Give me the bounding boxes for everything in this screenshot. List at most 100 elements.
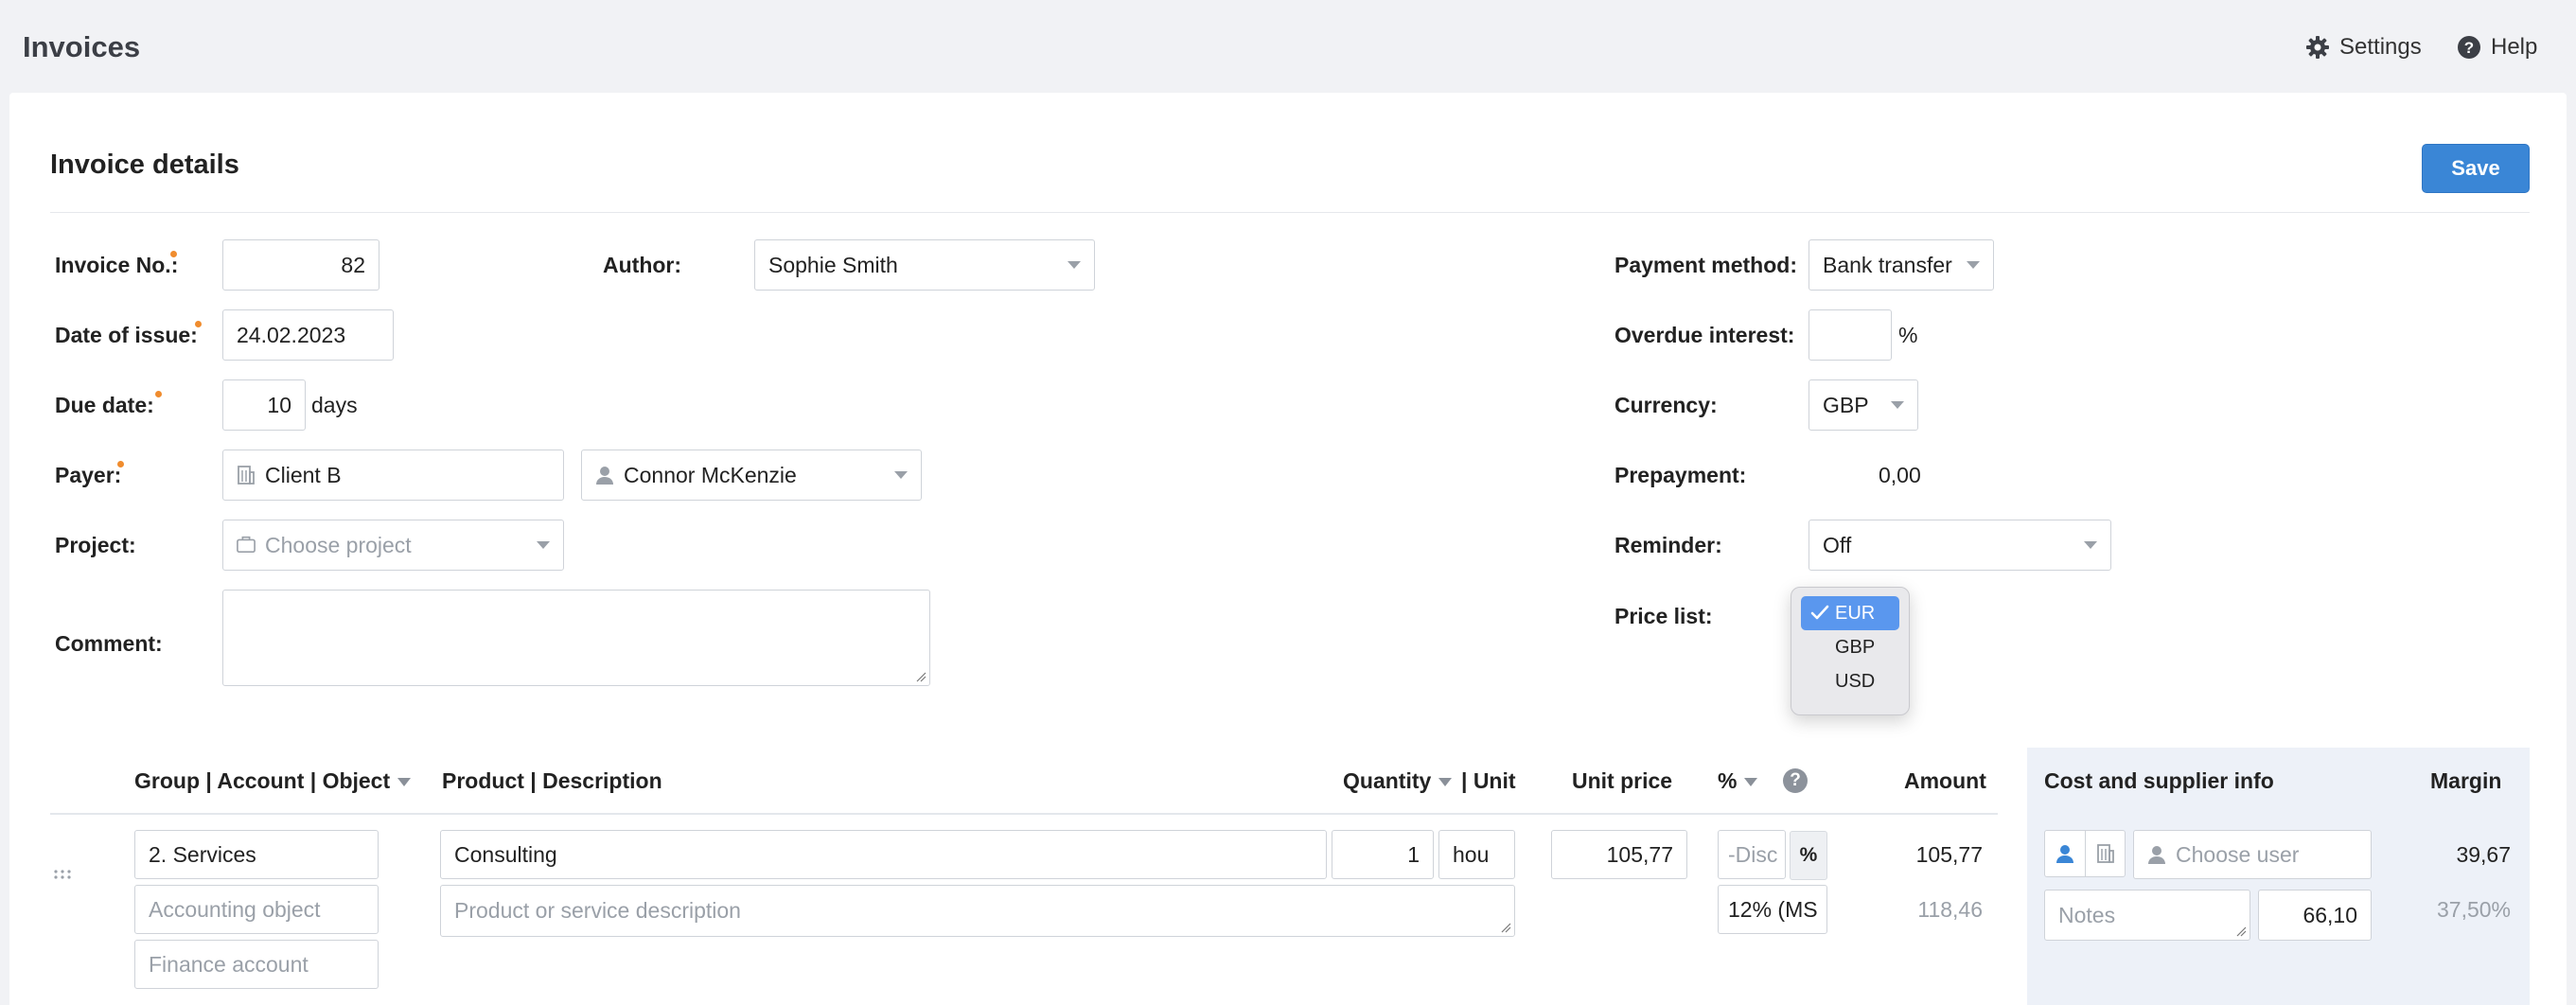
project-select[interactable]: Choose project [222, 520, 564, 571]
chevron-down-icon [1067, 261, 1081, 269]
payer-label: Payer: [55, 463, 122, 487]
resize-grip-icon[interactable] [1500, 922, 1511, 933]
finance-account-input[interactable]: Finance account [134, 940, 379, 989]
chevron-down-icon [2084, 541, 2097, 549]
settings-label: Settings [2339, 34, 2422, 60]
user-icon [2056, 845, 2073, 863]
user-type-button[interactable] [2045, 831, 2085, 876]
col-quantity-label: Quantity [1343, 768, 1432, 793]
app-title: Invoices [23, 30, 141, 63]
question-circle-icon: ? [2457, 35, 2481, 60]
option-label: USD [1835, 670, 1876, 692]
due-date-unit: days [311, 393, 358, 417]
unit-price-input[interactable]: 105,77 [1551, 830, 1687, 879]
author-select[interactable]: Sophie Smith [754, 239, 1095, 291]
building-icon [2096, 844, 2114, 863]
payer-client-value: Client B [265, 462, 342, 487]
help-label: Help [2491, 34, 2538, 60]
tax-select[interactable]: 12% (MS [1718, 885, 1827, 934]
price-list-option-eur[interactable]: EUR [1801, 596, 1899, 630]
col-margin-header: Margin [2430, 768, 2502, 793]
price-list-option-usd[interactable]: USD [1801, 664, 1899, 698]
margin-value: 39,67 [2456, 842, 2511, 867]
overdue-interest-unit: % [1898, 323, 1918, 347]
payer-client-field[interactable]: Client B [222, 450, 564, 501]
drag-handle-icon[interactable] [53, 869, 72, 880]
company-type-button[interactable] [2085, 831, 2125, 876]
comment-label: Comment: [55, 631, 163, 656]
col-amount-header: Amount [1904, 768, 1986, 793]
overdue-interest-label: Overdue interest: [1614, 323, 1795, 347]
col-quantity-header[interactable]: Quantity [1343, 768, 1453, 794]
col-percent-header[interactable]: % [1718, 768, 1758, 794]
section-title: Invoice details [50, 150, 239, 180]
col-group-label: Group | Account | Object [134, 768, 391, 793]
col-unit-price-header: Unit price [1572, 768, 1673, 793]
save-button[interactable]: Save [2422, 144, 2530, 193]
reminder-select[interactable]: Off [1808, 520, 2111, 571]
quantity-input[interactable]: 1 [1332, 830, 1434, 879]
discount-percent-button[interactable]: % [1790, 831, 1827, 880]
notes-placeholder: Notes [2058, 902, 2116, 927]
date-of-issue-label: Date of issue: [55, 323, 198, 347]
payer-contact-select[interactable]: Connor McKenzie [581, 450, 922, 501]
col-group-header[interactable]: Group | Account | Object [134, 768, 412, 794]
briefcase-icon [237, 535, 256, 555]
description-textarea[interactable]: Product or service description [440, 885, 1515, 937]
amount-with-tax-value: 118,46 [1917, 897, 1983, 922]
author-label: Author: [603, 253, 682, 277]
gear-icon [2305, 35, 2330, 60]
help-link[interactable]: ? Help [2457, 34, 2537, 61]
chevron-down-icon [1438, 778, 1453, 787]
building-icon [237, 465, 256, 485]
prepayment-label: Prepayment: [1614, 463, 1747, 487]
margin-percent-value: 37,50% [2436, 897, 2511, 922]
resize-grip-icon[interactable] [2235, 926, 2247, 937]
due-date-input[interactable]: 10 [222, 379, 306, 431]
due-date-label: Due date: [55, 393, 154, 417]
option-label: EUR [1835, 602, 1876, 624]
accounting-object-input[interactable]: Accounting object [134, 885, 379, 934]
discount-input[interactable]: -Disc [1718, 830, 1786, 879]
cost-input[interactable]: 66,10 [2258, 890, 2372, 941]
project-placeholder: Choose project [265, 532, 412, 557]
date-of-issue-input[interactable]: 24.02.2023 [222, 309, 394, 361]
reminder-value: Off [1823, 532, 1852, 557]
col-product-header: Product | Description [442, 768, 662, 793]
checkmark-icon [1810, 605, 1829, 620]
unit-input[interactable]: hou [1438, 830, 1515, 879]
svg-text:?: ? [2464, 39, 2474, 57]
overdue-interest-input[interactable] [1808, 309, 1892, 361]
payment-method-select[interactable]: Bank transfer [1808, 239, 1994, 291]
notes-textarea[interactable]: Notes [2044, 890, 2250, 941]
currency-select[interactable]: GBP [1808, 379, 1918, 431]
option-label: GBP [1835, 636, 1876, 658]
product-input[interactable]: Consulting [440, 830, 1327, 879]
invoice-no-input[interactable]: 82 [222, 239, 379, 291]
chevron-down-icon [1967, 261, 1980, 269]
user-icon [595, 465, 614, 485]
resize-grip-icon[interactable] [915, 671, 926, 682]
payer-contact-value: Connor McKenzie [624, 462, 797, 487]
choose-user-select[interactable]: Choose user [2133, 830, 2372, 879]
chevron-down-icon [397, 778, 412, 787]
required-dot [117, 461, 124, 467]
group-input[interactable]: 2. Services [134, 830, 379, 879]
price-list-dropdown[interactable]: EUR GBP USD [1791, 587, 1910, 715]
question-circle-icon[interactable]: ? [1783, 768, 1808, 793]
choose-user-placeholder: Choose user [2176, 841, 2300, 867]
settings-link[interactable]: Settings [2305, 34, 2422, 61]
chevron-down-icon [894, 471, 908, 479]
chevron-down-icon [1891, 401, 1904, 409]
required-dot [155, 391, 162, 397]
col-percent-label: % [1718, 768, 1738, 793]
col-cost-info-header: Cost and supplier info [2044, 768, 2274, 793]
currency-value: GBP [1823, 392, 1869, 417]
prepayment-value: 0,00 [1879, 463, 1921, 487]
price-list-option-gbp[interactable]: GBP [1801, 630, 1899, 664]
supplier-type-toggle[interactable] [2044, 830, 2126, 877]
currency-label: Currency: [1614, 393, 1718, 417]
comment-textarea[interactable] [222, 590, 930, 686]
top-bar: Invoices Settings ? Help [0, 0, 2576, 93]
divider [50, 212, 2530, 213]
